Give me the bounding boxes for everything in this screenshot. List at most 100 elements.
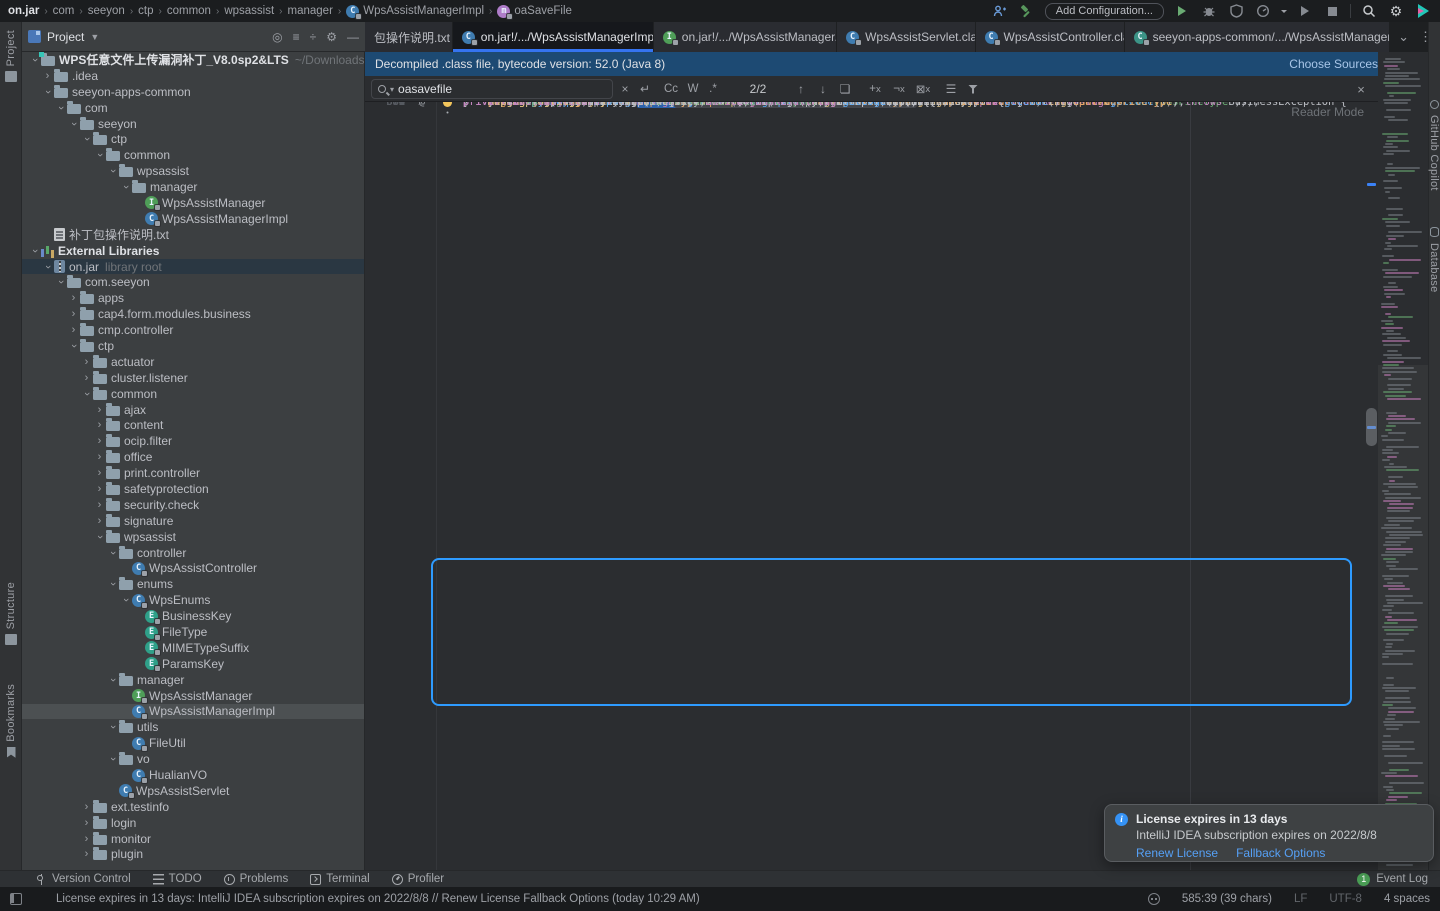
hide-panel-icon[interactable]: — xyxy=(347,30,359,44)
tree-chevron-icon[interactable]: › xyxy=(67,324,80,336)
tree-item-actuator[interactable]: ›actuator xyxy=(22,354,364,370)
sidebar-item-structure[interactable]: Structure xyxy=(0,582,22,645)
tree-chevron-icon[interactable]: › xyxy=(106,165,119,177)
tree-item-wpsenums[interactable]: ›CWpsEnums xyxy=(22,592,364,608)
tree-item-wpsassist[interactable]: ›wpsassist xyxy=(22,163,364,179)
tree-item-ctp[interactable]: ›ctp xyxy=(22,338,364,354)
breadcrumb-item[interactable]: seeyon xyxy=(88,5,125,17)
tree-item-wps-v8-0sp2-lts[interactable]: ›WPS任意文件上传漏洞补丁_V8.0sp2&LTS~/Downloads/WP… xyxy=(22,52,364,68)
breadcrumb-item[interactable]: on.jar xyxy=(8,5,39,17)
regex-toggle[interactable]: .* xyxy=(705,76,721,102)
status-message[interactable]: License expires in 13 days: IntelliJ IDE… xyxy=(56,893,700,905)
tree-item-enums[interactable]: ›enums xyxy=(22,576,364,592)
code-with-me-icon[interactable] xyxy=(991,2,1009,20)
tree-item-vo[interactable]: ›vo xyxy=(22,751,364,767)
tree-item--idea[interactable]: ›.idea xyxy=(22,68,364,84)
stop-button[interactable] xyxy=(1323,2,1341,20)
tree-item-security-check[interactable]: ›security.check xyxy=(22,497,364,513)
sidebar-item-project[interactable]: Project xyxy=(0,30,22,82)
tree-item-paramskey[interactable]: EParamsKey xyxy=(22,656,364,672)
tree-item-manager[interactable]: ›manager xyxy=(22,672,364,688)
tree-item-wpsassistcontroller[interactable]: CWpsAssistController xyxy=(22,561,364,577)
tree-item-mimetypesuffix[interactable]: EMIMETypeSuffix xyxy=(22,640,364,656)
tree-item-content[interactable]: ›content xyxy=(22,417,364,433)
tab--txt[interactable]: 包操作说明.txt× xyxy=(365,22,453,52)
renew-license-link[interactable]: Renew License xyxy=(1136,846,1218,860)
breadcrumb-item[interactable]: common xyxy=(167,5,211,17)
tree-item-com-seeyon[interactable]: ›com.seeyon xyxy=(22,274,364,290)
fallback-options-link[interactable]: Fallback Options xyxy=(1236,846,1325,860)
coverage-icon[interactable] xyxy=(1227,2,1245,20)
tree-item-login[interactable]: ›login xyxy=(22,815,364,831)
indent-setting[interactable]: 4 spaces xyxy=(1384,893,1430,905)
add-configuration-button[interactable]: Add Configuration... xyxy=(1045,3,1164,20)
tree-chevron-icon[interactable]: › xyxy=(41,70,54,82)
find-option-1-icon[interactable]: +x xyxy=(865,76,885,102)
search-input[interactable]: ▾ oasavefile xyxy=(371,79,613,99)
tree-item-controller[interactable]: ›controller xyxy=(22,545,364,561)
breadcrumb-item[interactable]: moaSaveFile xyxy=(497,5,572,18)
tree-item-ocip-filter[interactable]: ›ocip.filter xyxy=(22,433,364,449)
reader-mode-label[interactable]: Reader Mode xyxy=(1291,105,1364,119)
project-panel-title[interactable]: Project ▼ xyxy=(28,30,99,44)
tree-item-monitor[interactable]: ›monitor xyxy=(22,831,364,847)
tree-item-wpsassistmanager[interactable]: IWpsAssistManager xyxy=(22,195,364,211)
tree-chevron-icon[interactable]: › xyxy=(67,340,80,352)
newline-icon[interactable]: ↵ xyxy=(637,76,653,102)
settings-gear-icon[interactable]: ⚙ xyxy=(1387,2,1405,20)
tree-item-com[interactable]: ›com xyxy=(22,100,364,116)
tab-wpsassistcontroller-class[interactable]: CWpsAssistController.class× xyxy=(976,22,1125,52)
code-viewport[interactable]: 560› }561562 return item == null ? null … xyxy=(365,102,1378,870)
tree-item-cap4-form-modules-business[interactable]: ›cap4.form.modules.business xyxy=(22,306,364,322)
run-options-caret-icon[interactable] xyxy=(1281,10,1287,16)
tree-chevron-icon[interactable]: › xyxy=(106,753,119,765)
tree-chevron-icon[interactable]: › xyxy=(106,674,119,686)
find-option-3-icon[interactable]: ⊠x xyxy=(913,76,933,102)
tree-chevron-icon[interactable]: › xyxy=(54,276,67,288)
tree-chevron-icon[interactable]: › xyxy=(93,467,106,479)
tree-item--txt[interactable]: 补丁包操作说明.txt xyxy=(22,227,364,243)
tab-seeyon-apps-common-wpsassistmanagerimpl-class[interactable]: Cseeyon-apps-common/.../WpsAssistManager… xyxy=(1125,22,1390,52)
tree-item-apps[interactable]: ›apps xyxy=(22,290,364,306)
breadcrumb[interactable]: on.jar›com›seeyon›ctp›common›wpsassist›m… xyxy=(8,5,572,18)
sidebar-item-database[interactable]: Database xyxy=(1428,227,1440,293)
tree-item-external-libraries[interactable]: ›External Libraries xyxy=(22,243,364,259)
breadcrumb-item[interactable]: wpsassist xyxy=(224,5,274,17)
tree-chevron-icon[interactable]: › xyxy=(80,356,93,368)
tree-chevron-icon[interactable]: › xyxy=(93,404,106,416)
build-hammer-icon[interactable] xyxy=(1018,2,1036,20)
words-toggle[interactable]: W xyxy=(685,76,701,102)
tree-chevron-icon[interactable]: › xyxy=(80,133,93,145)
tab-wpsassistservlet-class[interactable]: CWpsAssistServlet.class× xyxy=(837,22,975,52)
run-button[interactable] xyxy=(1173,2,1191,20)
tree-chevron-icon[interactable]: › xyxy=(93,435,106,447)
tree-chevron-icon[interactable]: › xyxy=(54,102,67,114)
tree-chevron-icon[interactable]: › xyxy=(80,801,93,813)
breadcrumb-item[interactable]: CWpsAssistManagerImpl xyxy=(346,5,484,18)
tree-chevron-icon[interactable]: › xyxy=(67,118,80,130)
tree-item-wpsassist[interactable]: ›wpsassist xyxy=(22,529,364,545)
ide-widget-icon[interactable] xyxy=(1148,893,1160,905)
tree-item-seeyon-apps-common[interactable]: ›seeyon-apps-common xyxy=(22,84,364,100)
tree-item-wpsassistservlet[interactable]: CWpsAssistServlet xyxy=(22,783,364,799)
tree-item-filetype[interactable]: EFileType xyxy=(22,624,364,640)
tree-chevron-icon[interactable]: › xyxy=(80,388,93,400)
toolwindow-profiler[interactable]: Profiler xyxy=(392,873,444,885)
run-secondary-button[interactable] xyxy=(1296,2,1314,20)
tree-chevron-icon[interactable]: › xyxy=(80,817,93,829)
tree-item-safetyprotection[interactable]: ›safetyprotection xyxy=(22,481,364,497)
tree-chevron-icon[interactable]: › xyxy=(106,721,119,733)
tree-item-common[interactable]: ›common xyxy=(22,386,364,402)
tree-item-ctp[interactable]: ›ctp xyxy=(22,131,364,147)
tree-chevron-icon[interactable]: › xyxy=(93,149,106,161)
tree-item-hualianvo[interactable]: CHualianVO xyxy=(22,767,364,783)
tree-item-ext-testinfo[interactable]: ›ext.testinfo xyxy=(22,799,364,815)
find-option-2-icon[interactable]: ¬x xyxy=(889,76,909,102)
tree-chevron-icon[interactable]: › xyxy=(93,419,106,431)
tree-item-cluster-listener[interactable]: ›cluster.listener xyxy=(22,370,364,386)
tree-chevron-icon[interactable]: › xyxy=(67,292,80,304)
tree-item-wpsassistmanagerimpl[interactable]: CWpsAssistManagerImpl xyxy=(22,211,364,227)
toolwindow-terminal[interactable]: Terminal xyxy=(310,873,369,885)
tree-chevron-icon[interactable]: › xyxy=(80,372,93,384)
show-hidden-tabs-icon[interactable]: ⌄ xyxy=(1398,29,1409,45)
